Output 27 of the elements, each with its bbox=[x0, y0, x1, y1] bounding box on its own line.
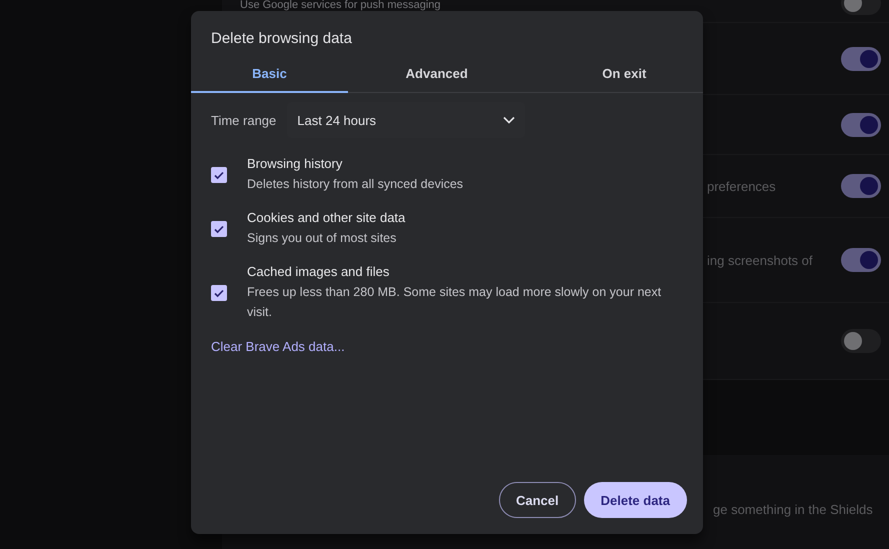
toggle-switch[interactable] bbox=[841, 248, 881, 272]
option-title: Cached images and files bbox=[247, 264, 390, 279]
setting-text: ge something in the Shields bbox=[713, 502, 873, 517]
tab[interactable]: Advanced bbox=[348, 55, 526, 93]
time-range-label: Time range bbox=[211, 112, 276, 128]
option-title: Cookies and other site data bbox=[247, 210, 406, 225]
clear-ads-data-link[interactable]: Clear Brave Ads data... bbox=[211, 339, 345, 354]
toggle-switch[interactable] bbox=[841, 112, 881, 136]
toggle-switch[interactable] bbox=[841, 174, 881, 198]
delete-data-button[interactable]: Delete data bbox=[584, 482, 687, 518]
checkbox[interactable] bbox=[211, 167, 227, 183]
setting-text: ing screenshots of bbox=[707, 252, 813, 268]
setting-text: Use Google services for push messaging bbox=[240, 0, 441, 10]
toggle-switch[interactable] bbox=[841, 329, 881, 353]
checkbox[interactable] bbox=[211, 285, 227, 301]
setting-text: preferences bbox=[707, 178, 776, 194]
checkbox[interactable] bbox=[211, 221, 227, 237]
option-title: Browsing history bbox=[247, 156, 344, 171]
tab[interactable]: Basic bbox=[191, 55, 348, 93]
dialog-title: Delete browsing data bbox=[210, 29, 353, 49]
chevron-down-icon bbox=[503, 116, 516, 124]
option-description: Signs you out of most sites bbox=[247, 230, 398, 247]
option-description: Deletes history from all synced devices bbox=[247, 176, 464, 193]
tab[interactable]: On exit bbox=[526, 55, 703, 93]
option-description: Frees up less than 280 MB. Some sites may load more slowly on your next visit. bbox=[247, 284, 662, 321]
toggle-switch[interactable] bbox=[841, 46, 881, 70]
cancel-button[interactable]: Cancel bbox=[498, 482, 576, 518]
